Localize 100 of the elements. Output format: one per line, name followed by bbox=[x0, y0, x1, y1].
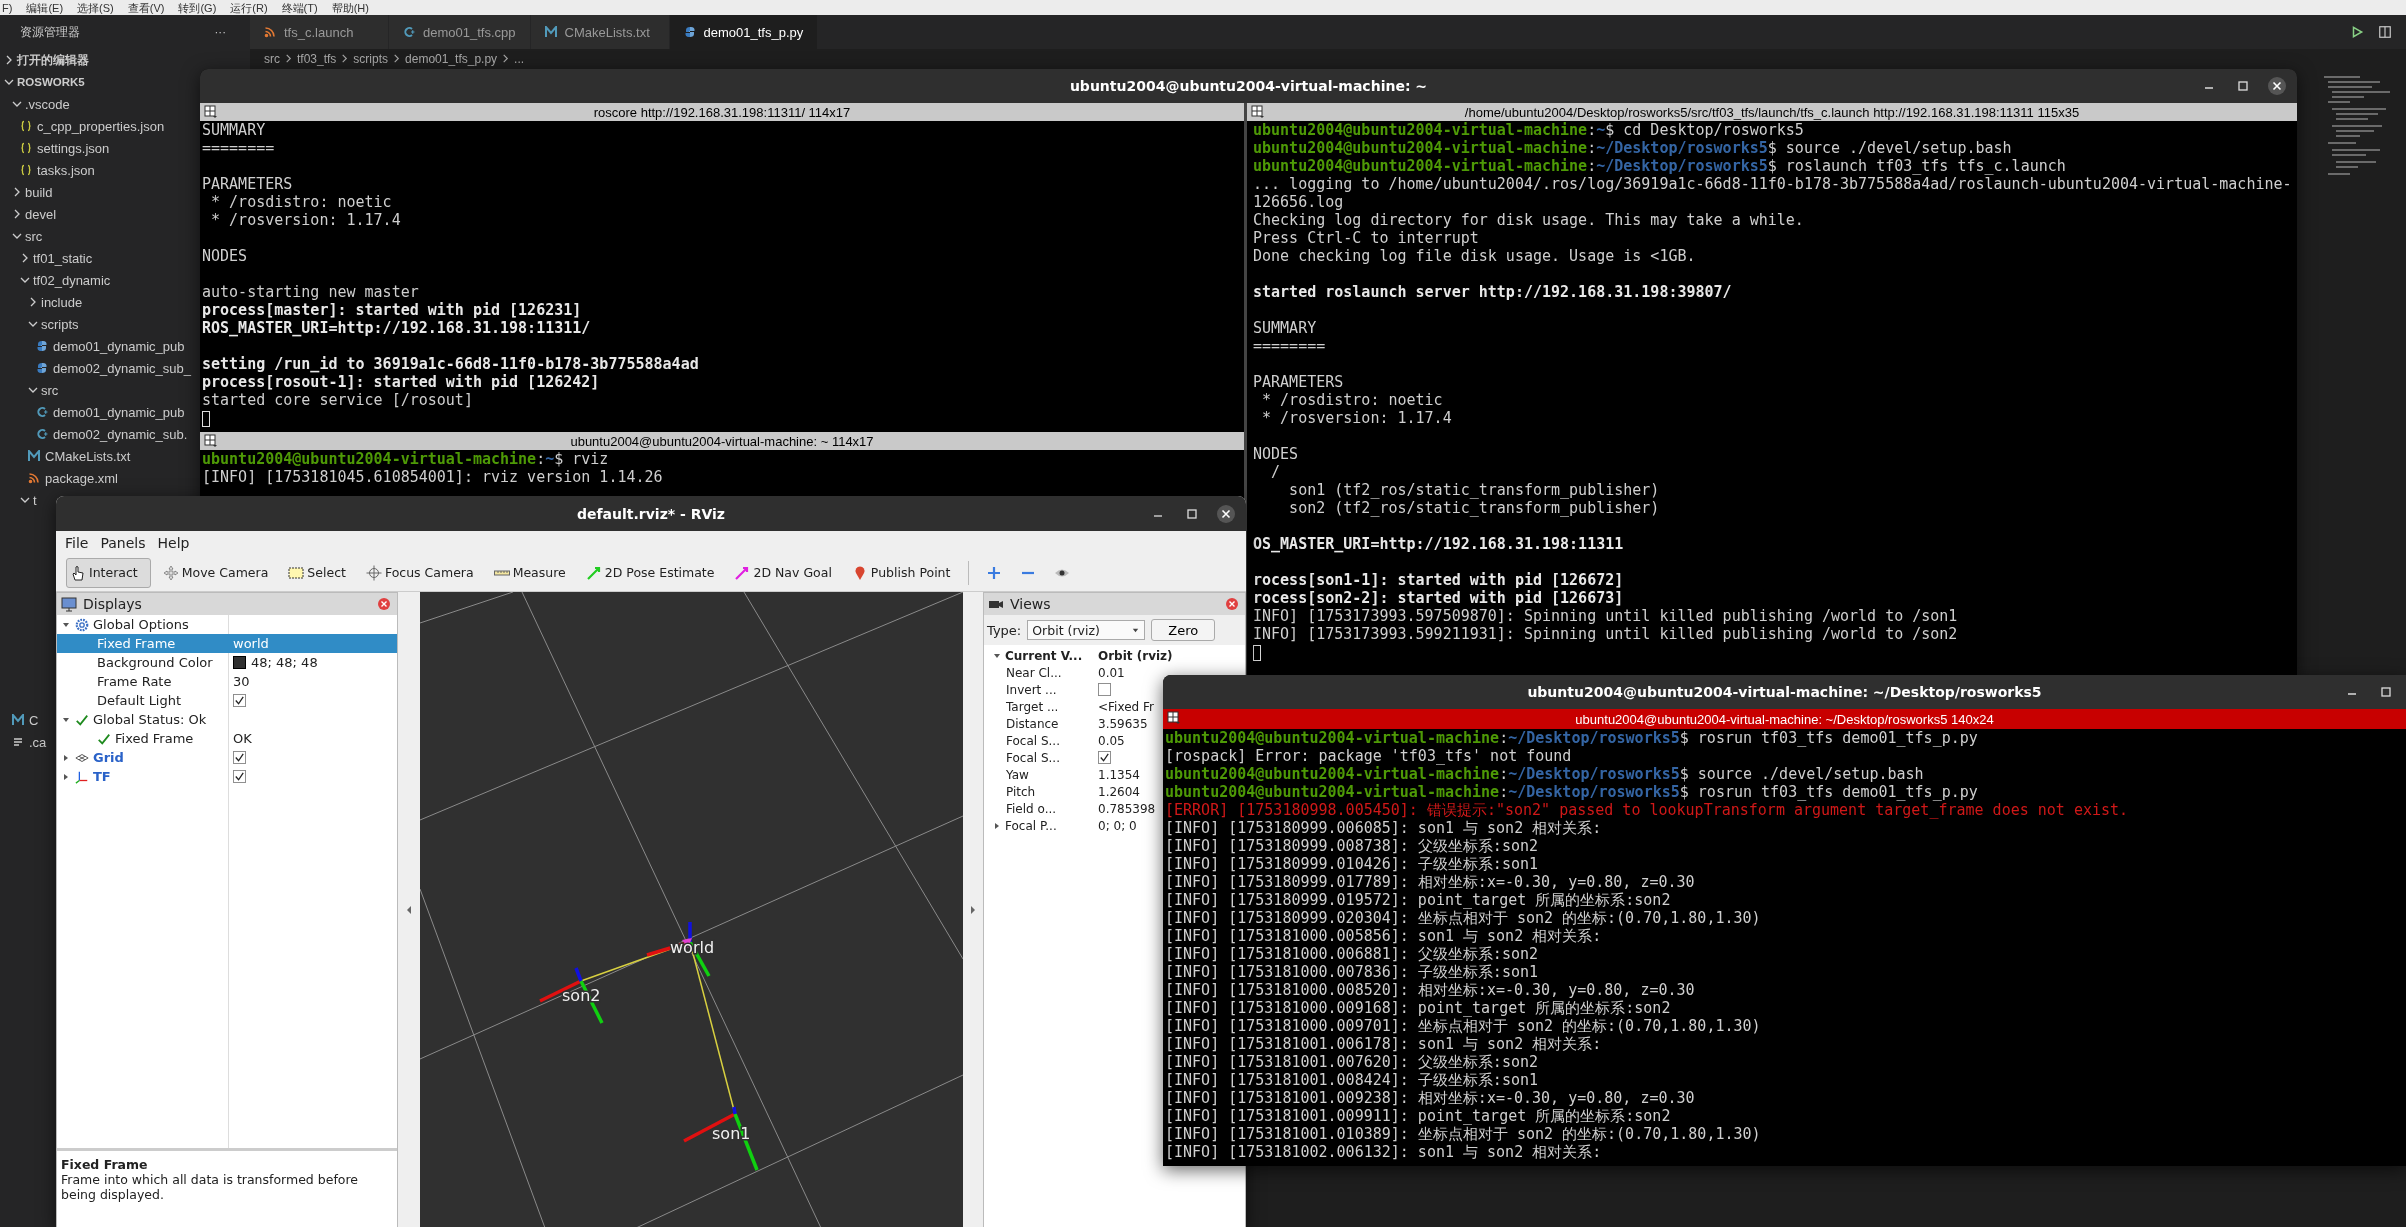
breadcrumb-item[interactable]: scripts bbox=[353, 51, 389, 66]
file-tree-item[interactable]: tasks.json bbox=[0, 159, 97, 181]
tool-button[interactable]: Focus Camera bbox=[357, 560, 482, 585]
editor-tab[interactable]: tfs_c.launch bbox=[250, 15, 389, 49]
menu-item[interactable]: Panels bbox=[100, 534, 146, 551]
text-cursor bbox=[202, 410, 210, 427]
tool-button[interactable]: 2D Nav Goal bbox=[726, 560, 840, 585]
menu-item[interactable]: Help bbox=[157, 534, 190, 551]
property-row[interactable]: Frame Rate 30 bbox=[57, 672, 397, 691]
help-text: Frame into which all data is transformed before being displayed. bbox=[61, 1172, 359, 1202]
menu-item[interactable]: 帮助(H) bbox=[331, 1, 369, 14]
property-value: 0.01 bbox=[1098, 665, 1125, 680]
file-tree-item[interactable]: demo02_dynamic_sub. bbox=[0, 423, 190, 445]
file-tree-item[interactable]: demo01_dynamic_pub bbox=[0, 335, 187, 357]
grid-icon[interactable] bbox=[1167, 711, 1181, 725]
file-tree-item[interactable]: src bbox=[0, 225, 45, 247]
terminal-line: [INFO] [1753181000.008520]: 相对坐标:x=-0.30, y=0.80, z=0.30 bbox=[1165, 981, 1696, 999]
cmake-file-icon bbox=[28, 450, 40, 462]
breadcrumb-item[interactable]: tf03_tfs bbox=[297, 51, 337, 66]
checkbox[interactable] bbox=[1098, 683, 1111, 696]
zero-button[interactable]: Zero bbox=[1151, 619, 1216, 641]
tool-button[interactable]: Publish Point bbox=[843, 560, 959, 585]
editor-tab[interactable]: CMakeLists.txt bbox=[530, 15, 670, 49]
menu-item[interactable]: 运行(R) bbox=[230, 1, 268, 14]
file-tree-item[interactable]: CMakeLists.txt bbox=[0, 445, 133, 467]
file-tree-item[interactable]: .vscode bbox=[0, 93, 72, 115]
braces-icon bbox=[20, 164, 32, 176]
property-row[interactable]: Global Options bbox=[57, 615, 397, 634]
tool-button[interactable]: Move Camera bbox=[154, 560, 277, 585]
file-tree-item[interactable]: C bbox=[0, 709, 41, 731]
menu-item[interactable]: 查看(V) bbox=[127, 1, 165, 14]
grid-icon[interactable] bbox=[204, 434, 218, 448]
view-type-dropdown[interactable]: Orbit (rviz) bbox=[1027, 620, 1146, 640]
tool-button[interactable]: 2D Pose Estimate bbox=[577, 560, 723, 585]
file-tree-item[interactable]: tf02_dynamic bbox=[0, 269, 113, 291]
file-tree-item[interactable]: tf01_static bbox=[0, 247, 95, 269]
hand-pointer-icon bbox=[70, 564, 86, 581]
breadcrumb-item[interactable]: src bbox=[264, 51, 280, 66]
file-tree-item[interactable]: c_cpp_properties.json bbox=[0, 115, 167, 137]
tool-button[interactable]: Interact bbox=[66, 557, 151, 588]
terminal-line: [INFO] [1753181001.009911]: point_target 所属的坐标系:son2 bbox=[1165, 1107, 1672, 1125]
terminal-line: rocess[son2-2]: started with pid [126673] bbox=[1253, 589, 1625, 607]
file-tree-item[interactable]: scripts bbox=[0, 313, 81, 335]
property-name: Field o... bbox=[1006, 801, 1057, 816]
checkbox[interactable] bbox=[233, 751, 246, 764]
file-tree-item[interactable]: demo02_dynamic_sub_ bbox=[0, 357, 194, 379]
file-tree-item[interactable]: src bbox=[0, 379, 61, 401]
breadcrumb-item[interactable]: ... bbox=[514, 51, 525, 66]
editor-tab[interactable]: demo01_tfs.cpp bbox=[389, 15, 531, 49]
checkbox[interactable] bbox=[233, 694, 246, 707]
close-icon[interactable] bbox=[2267, 76, 2287, 96]
property-row[interactable]: Background Color 48; 48; 48 bbox=[57, 653, 397, 672]
property-name: TF bbox=[93, 769, 111, 784]
property-row[interactable]: Grid bbox=[57, 748, 397, 767]
terminal-line: [INFO] [1753181001.010389]: 坐标点相对于 son2 的坐标:(0.70,1.80,1.30) bbox=[1165, 1125, 1762, 1143]
window-title: default.rviz* - RViz bbox=[577, 505, 725, 522]
menu-item[interactable]: 编辑(E) bbox=[26, 1, 64, 14]
file-tree-item[interactable]: build bbox=[0, 181, 55, 203]
file-tree-item[interactable]: devel bbox=[0, 203, 59, 225]
terminal-line: ubuntu2004@ubuntu2004-virtual-machine:~/Desktop/rosworks5$ roslaunch tf03_tfs tfs_c.launch bbox=[1253, 157, 2067, 175]
property-row[interactable]: Global Status: Ok bbox=[57, 710, 397, 729]
file-tree-item[interactable]: t bbox=[0, 489, 39, 511]
editor-tab[interactable]: demo01_tfs_p.py bbox=[669, 15, 819, 49]
run-icon[interactable] bbox=[2350, 25, 2364, 39]
collapse-arrow-icon[interactable] bbox=[970, 905, 976, 915]
collapse-arrow-icon[interactable] bbox=[406, 905, 412, 915]
breadcrumb-item[interactable]: demo01_tfs_p.py bbox=[405, 51, 498, 66]
property-row[interactable]: Default Light bbox=[57, 691, 397, 710]
property-row[interactable]: Fixed Frame OK bbox=[57, 729, 397, 748]
property-row[interactable]: TF bbox=[57, 767, 397, 786]
menu-item[interactable]: 选择(S) bbox=[77, 1, 114, 14]
tool-button[interactable]: Measure bbox=[485, 560, 574, 585]
file-tree-item[interactable]: demo01_dynamic_pub bbox=[0, 401, 187, 423]
menu-item[interactable]: 转到(G) bbox=[178, 1, 217, 14]
plus-icon[interactable] bbox=[986, 564, 1003, 581]
pane-title: roscore http://192.168.31.198:11311/ 114x17 bbox=[593, 104, 851, 120]
property-row[interactable]: Fixed Frame world bbox=[57, 634, 397, 653]
file-tree-item[interactable]: include bbox=[0, 291, 85, 313]
checkbox[interactable] bbox=[233, 770, 246, 783]
split-editor-icon[interactable] bbox=[2378, 25, 2392, 39]
grid-icon[interactable] bbox=[204, 105, 218, 119]
section-header[interactable]: 打开的编辑器 bbox=[0, 49, 91, 71]
section-header[interactable]: ROSWORK5 bbox=[0, 71, 87, 93]
menu-item[interactable]: 终端(T) bbox=[281, 1, 318, 14]
tool-button[interactable]: Select bbox=[280, 560, 354, 585]
grid-icon[interactable] bbox=[1251, 105, 1265, 119]
close-icon[interactable] bbox=[1216, 503, 1236, 524]
cpp-file-icon bbox=[36, 406, 48, 418]
property-value: 48; 48; 48 bbox=[251, 655, 318, 670]
more-actions[interactable]: ··· bbox=[214, 26, 230, 38]
menu-item[interactable]: File bbox=[65, 534, 89, 551]
menu-item[interactable]: F) bbox=[2, 1, 13, 14]
checkbox[interactable] bbox=[1098, 751, 1111, 764]
terminal-line: son1 (tf2_ros/static_transform_publisher) bbox=[1288, 481, 1661, 499]
file-tree-item[interactable]: package.xml bbox=[0, 467, 120, 489]
terminal-line: [INFO] [1753181000.005856]: son1 与 son2 相对关系: bbox=[1165, 927, 1603, 945]
property-name: Yaw bbox=[1006, 767, 1029, 782]
file-tree-item[interactable]: settings.json bbox=[0, 137, 112, 159]
monitor-icon bbox=[61, 596, 77, 612]
file-tree-item[interactable]: .ca bbox=[0, 731, 49, 753]
